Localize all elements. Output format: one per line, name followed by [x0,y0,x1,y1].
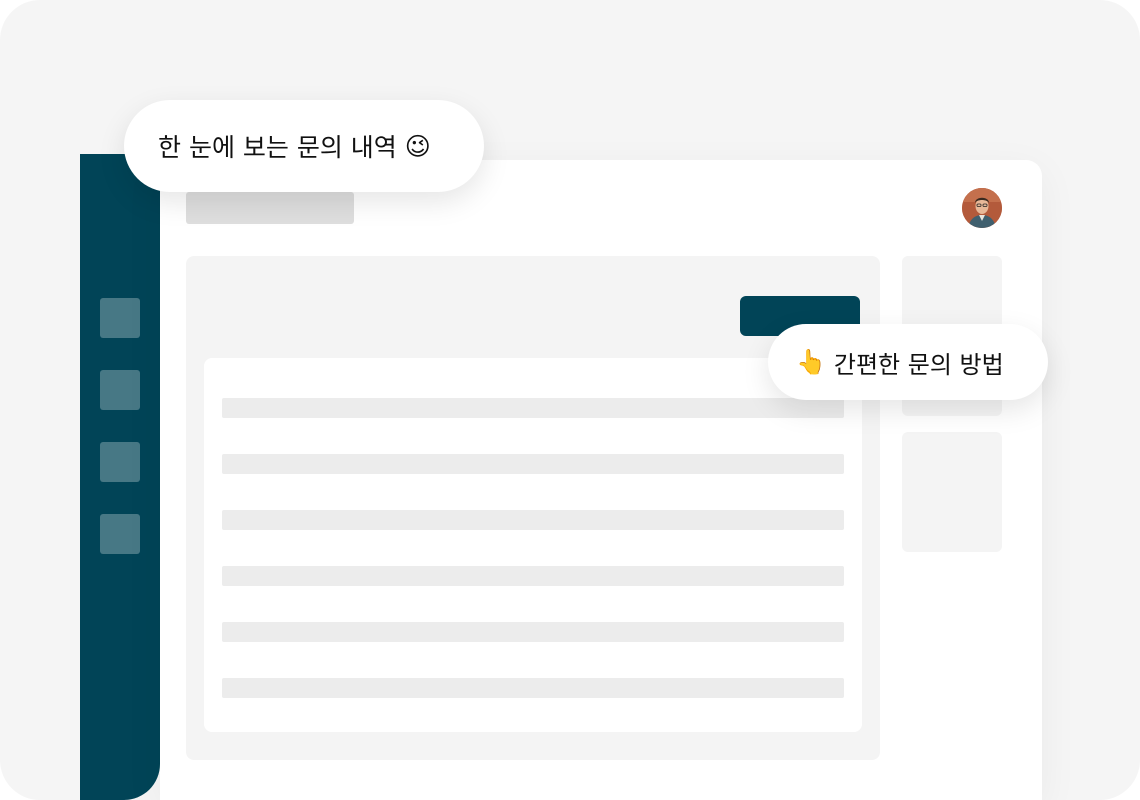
illustration-stage: 한 눈에 보는 문의 내역 😉 👆 간편한 문의 방법 [0,0,1140,800]
callout-inquiry-history: 한 눈에 보는 문의 내역 😉 [124,100,484,192]
content-panel [186,256,880,760]
main-card [160,160,1042,800]
inquiry-list [204,358,862,732]
sidebar-item-2-icon[interactable] [100,370,140,410]
callout-easy-inquiry: 👆 간편한 문의 방법 [768,324,1048,400]
sidebar-item-3-icon[interactable] [100,442,140,482]
page-title-placeholder [186,192,354,224]
user-avatar[interactable] [962,188,1002,228]
wink-emoji-icon: 😉 [404,131,431,161]
sidebar-item-4-icon[interactable] [100,514,140,554]
list-item[interactable] [222,622,844,642]
callout-easy-inquiry-text: 간편한 문의 방법 [833,350,1004,379]
side-widget-2 [902,432,1002,552]
list-item[interactable] [222,678,844,698]
pointing-finger-emoji-icon: 👆 [796,348,826,376]
sidebar-item-1-icon[interactable] [100,298,140,338]
sidebar [80,154,160,800]
list-item[interactable] [222,398,844,418]
callout-inquiry-history-text: 한 눈에 보는 문의 내역 [158,133,397,162]
list-item[interactable] [222,454,844,474]
list-item[interactable] [222,566,844,586]
avatar-portrait-icon [962,188,1002,228]
list-item[interactable] [222,510,844,530]
